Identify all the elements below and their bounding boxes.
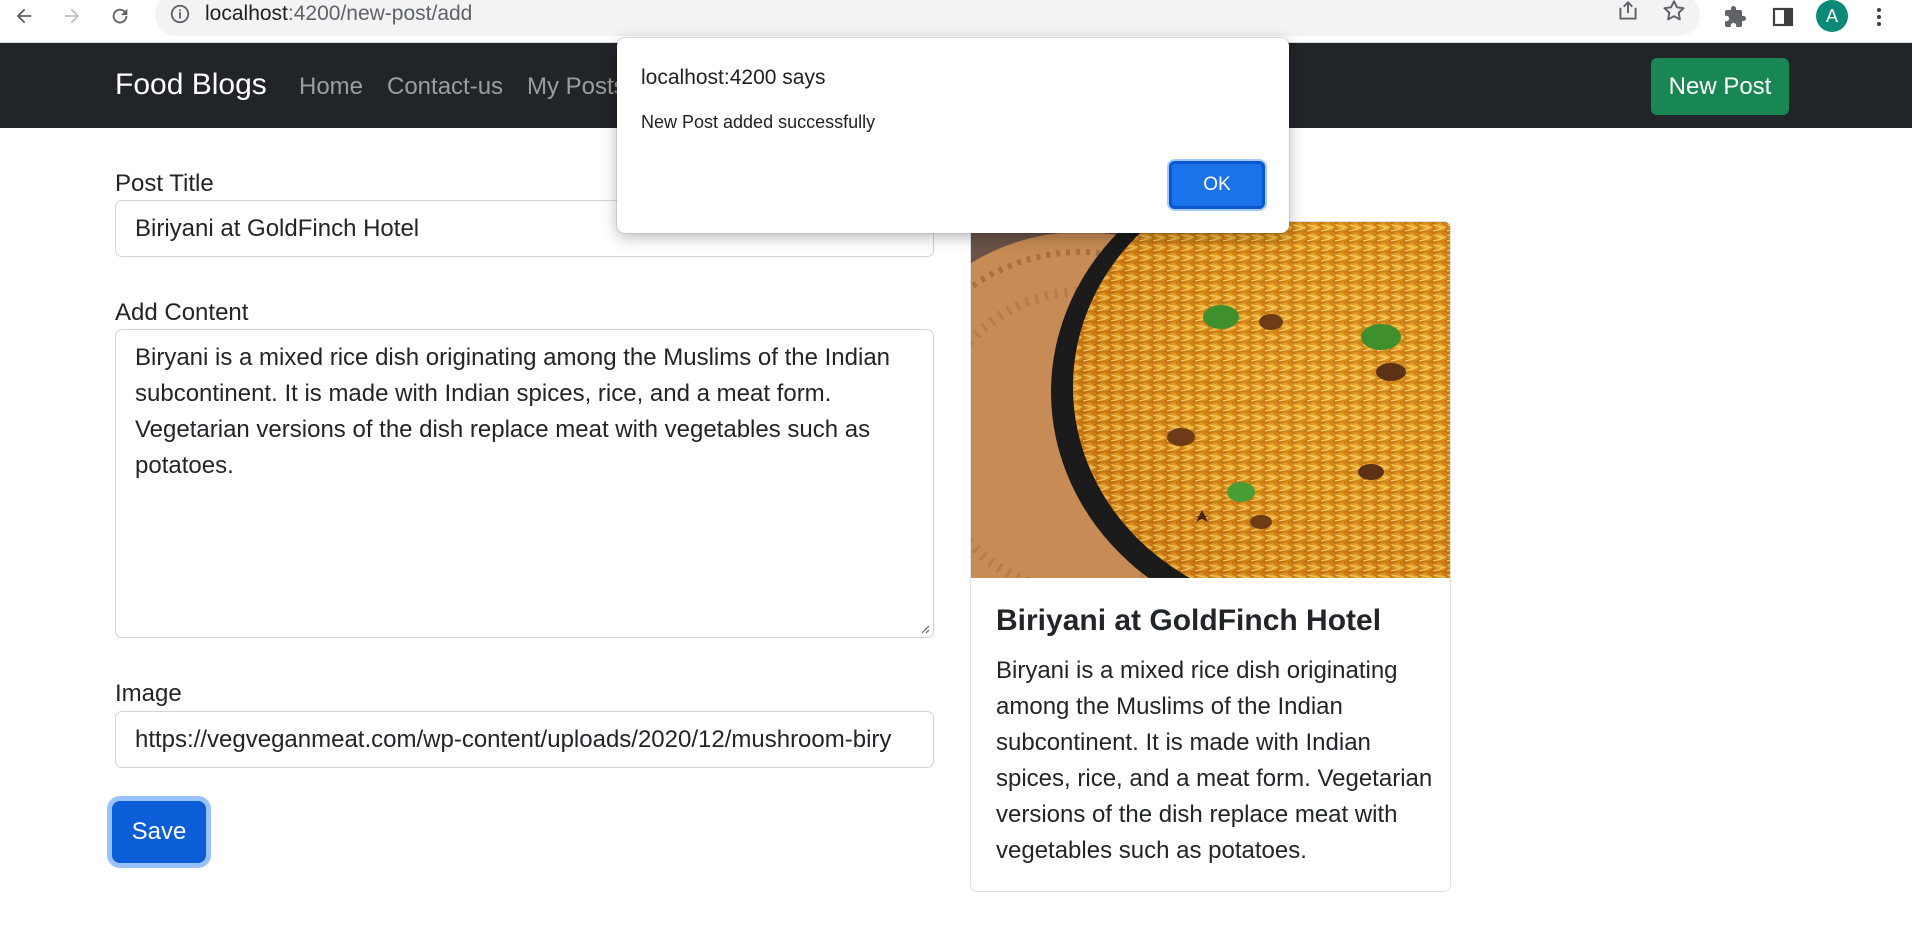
- browser-toolbar: localhost:4200/new-post/add A: [0, 0, 1912, 43]
- card-text: Biryani is a mixed rice dish originating…: [996, 657, 1433, 864]
- dialog-message: New Post added successfully: [641, 112, 876, 132]
- bookmark-star-icon[interactable]: [1661, 0, 1687, 24]
- reload-icon[interactable]: [102, 0, 138, 32]
- resize-grip-icon[interactable]: [918, 622, 930, 634]
- url-text[interactable]: localhost:4200/new-post/add: [205, 2, 472, 26]
- dialog-ok-button[interactable]: OK: [1169, 161, 1265, 209]
- post-preview-card: Biriyani at GoldFinch Hotel Biryani is a…: [970, 221, 1451, 892]
- menu-kebab-icon[interactable]: [1864, 2, 1894, 32]
- image-url-input[interactable]: https://vegveganmeat.com/wp-content/uplo…: [115, 711, 934, 768]
- save-button[interactable]: Save: [112, 801, 206, 863]
- share-icon[interactable]: [1615, 0, 1641, 24]
- card-title: Biriyani at GoldFinch Hotel: [996, 604, 1382, 637]
- back-icon[interactable]: [6, 0, 42, 32]
- content-text: Biryani is a mixed rice dish originating…: [135, 344, 891, 479]
- image-label: Image: [115, 680, 182, 707]
- profile-avatar[interactable]: A: [1816, 0, 1848, 32]
- content-label: Add Content: [115, 299, 249, 326]
- brand-logo[interactable]: Food Blogs: [115, 68, 267, 102]
- forward-icon[interactable]: [54, 0, 90, 32]
- new-post-button[interactable]: New Post: [1651, 58, 1789, 115]
- dialog-origin: localhost:4200 says: [641, 66, 826, 89]
- nav-link-contact-us[interactable]: Contact-us: [387, 73, 503, 101]
- biryani-image: [971, 222, 1450, 578]
- site-info-icon[interactable]: [169, 3, 191, 25]
- address-bar[interactable]: localhost:4200/new-post/add: [155, 0, 1700, 36]
- alert-dialog: localhost:4200 says New Post added succe…: [617, 38, 1289, 233]
- nav-link-my-posts[interactable]: My Posts: [527, 73, 626, 101]
- nav-link-home[interactable]: Home: [299, 73, 363, 101]
- post-title-label: Post Title: [115, 170, 214, 197]
- extensions-icon[interactable]: [1720, 2, 1750, 32]
- side-panel-icon[interactable]: [1768, 2, 1798, 32]
- content-textarea[interactable]: Biryani is a mixed rice dish originating…: [115, 329, 934, 638]
